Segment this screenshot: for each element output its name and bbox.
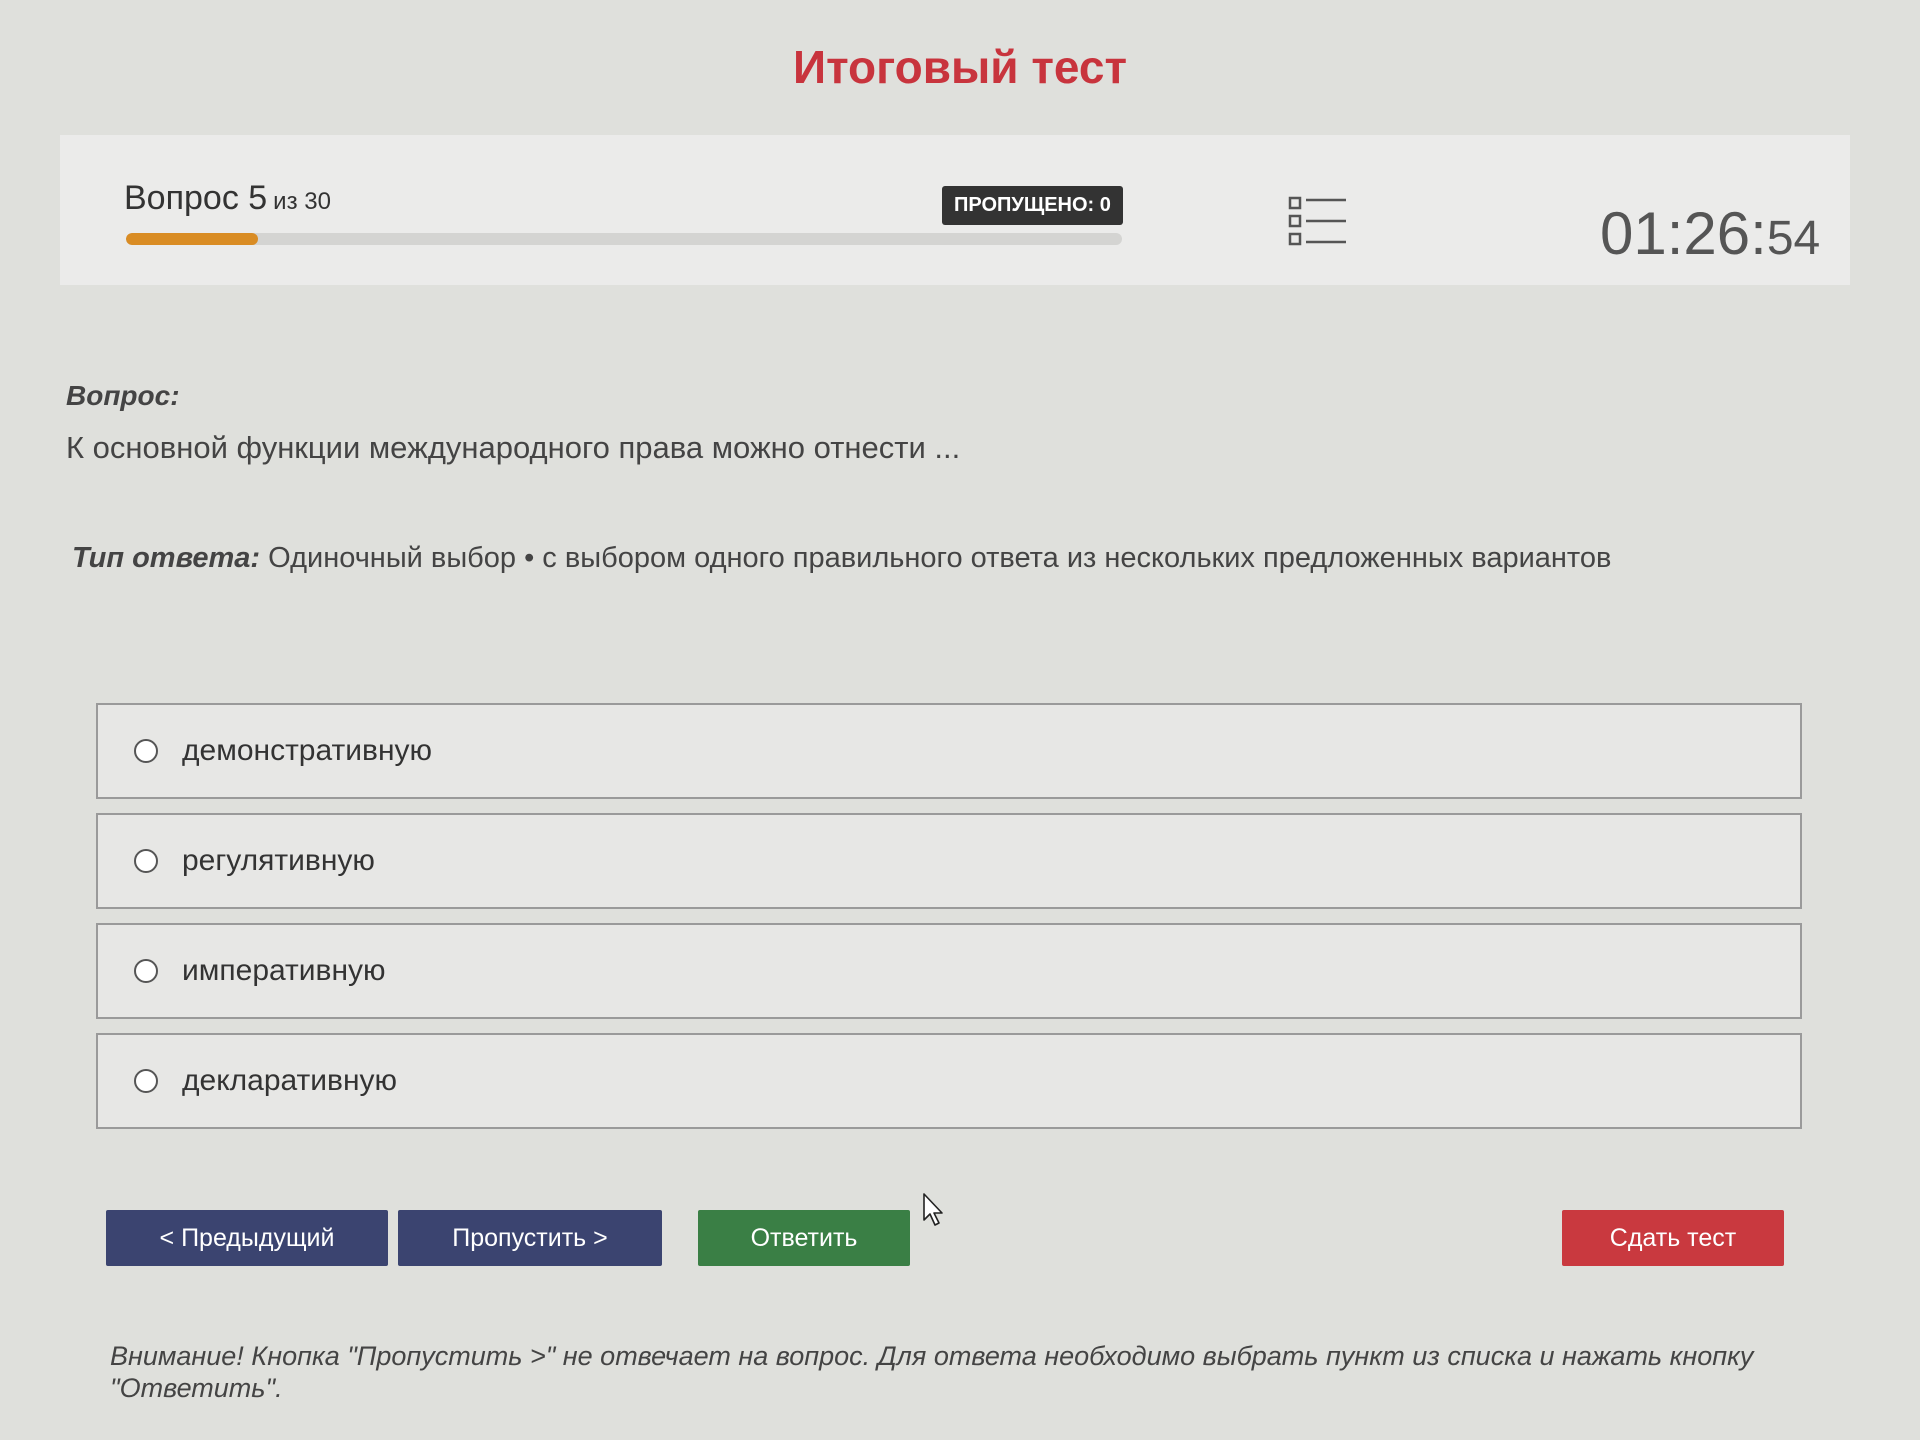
submit-test-button[interactable]: Сдать тест [1562, 1210, 1784, 1266]
answer-button[interactable]: Ответить [698, 1210, 910, 1266]
radio-button[interactable] [134, 849, 158, 873]
question-label: Вопрос: [66, 380, 180, 411]
option-demonstrative[interactable]: демонстративную [96, 703, 1802, 799]
skip-button[interactable]: Пропустить > [398, 1210, 662, 1266]
radio-button[interactable] [134, 959, 158, 983]
radio-button[interactable] [134, 739, 158, 763]
status-panel: Вопрос 5 из 30 ПРОПУЩЕНО: 0 01:26:54 [60, 135, 1850, 285]
option-label: демонстративную [182, 734, 433, 767]
test-page: Итоговый тест Вопрос 5 из 30 ПРОПУЩЕНО: 0… [0, 0, 1920, 1440]
options-list: демонстративную регулятивную императивну… [96, 703, 1802, 1143]
timer: 01:26:54 [1600, 199, 1820, 268]
option-label: регулятивную [182, 844, 375, 877]
question-total: из 30 [273, 188, 331, 215]
answer-type: Тип ответа: Одиночный выбор • с выбором … [72, 542, 1611, 575]
answer-type-value: Одиночный выбор • с выбором одного прави… [268, 542, 1612, 574]
option-regulative[interactable]: регулятивную [96, 813, 1802, 909]
warning-note: Внимание! Кнопка "Пропустить >" не отвеч… [110, 1341, 1754, 1403]
question-number: Вопрос 5 [124, 179, 268, 217]
timer-seconds: 54 [1766, 212, 1821, 265]
mouse-cursor-icon [923, 1193, 943, 1226]
timer-main: 01:26: [1600, 200, 1767, 267]
option-label: декларативную [182, 1064, 398, 1097]
question-counter: Вопрос 5 из 30 [124, 179, 331, 218]
option-imperative[interactable]: императивную [96, 923, 1802, 1019]
option-label: императивную [182, 954, 386, 987]
answer-type-label: Тип ответа: [72, 542, 261, 574]
list-icon[interactable] [1288, 195, 1348, 247]
option-declarative[interactable]: декларативную [96, 1033, 1802, 1129]
radio-button[interactable] [134, 1069, 158, 1093]
progress-bar [126, 233, 1122, 245]
progress-fill [126, 233, 259, 245]
question-text: К основной функции международного права … [66, 430, 961, 465]
previous-button[interactable]: < Предыдущий [106, 1210, 388, 1266]
page-title: Итоговый тест [793, 41, 1127, 93]
skipped-badge: ПРОПУЩЕНО: 0 [942, 186, 1123, 225]
